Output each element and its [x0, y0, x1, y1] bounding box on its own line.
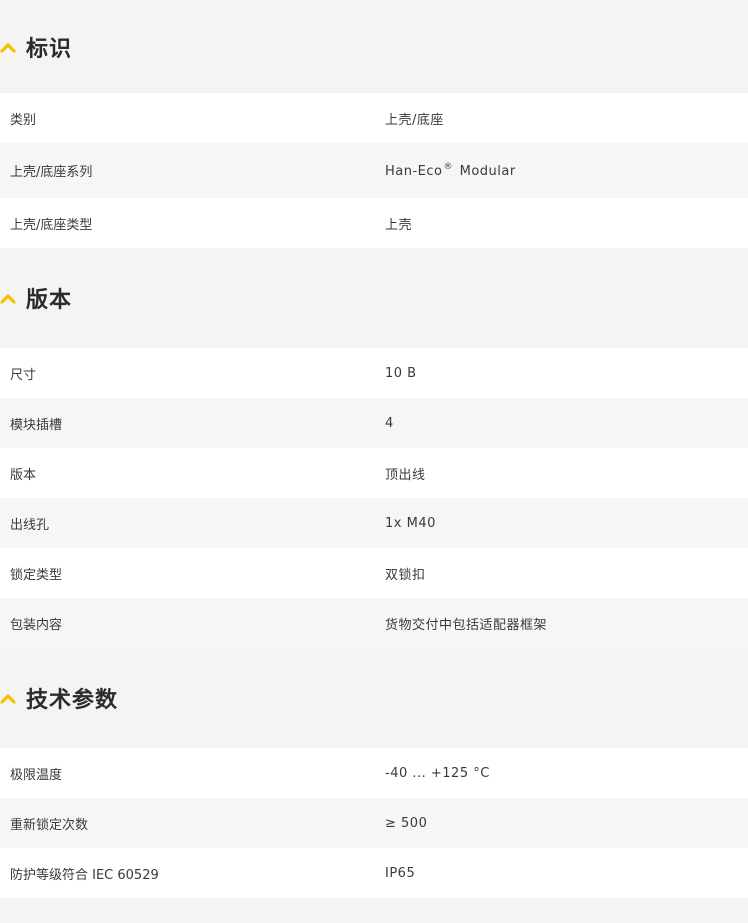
spec-value: ≥ 500 — [385, 815, 428, 831]
spec-label: 模块插槽 — [10, 417, 63, 433]
spec-row: 锁定类型 双锁扣 — [0, 548, 748, 598]
section-header-identification[interactable]: 标识 — [0, 0, 748, 93]
spec-row: 尺寸 10 B — [0, 348, 748, 398]
spec-value-prefix: Han-Eco — [385, 164, 443, 179]
spec-label: 上壳/底座类型 — [10, 217, 93, 233]
spec-row: 版本 顶出线 — [0, 448, 748, 498]
section-title: 版本 — [26, 288, 73, 313]
spec-value: 货物交付中包括适配器框架 — [385, 617, 548, 633]
registered-mark: ® — [443, 162, 453, 172]
spec-label: 防护等级符合 IEC 60529 — [10, 867, 159, 883]
spec-row: 出线孔 1x M40 — [0, 498, 748, 548]
spec-row: 类别 上壳/底座 — [0, 93, 748, 143]
spec-row: 上壳/底座系列 Han-Eco® Modular — [0, 143, 748, 198]
spec-label: 类别 — [10, 112, 37, 128]
spec-label: 锁定类型 — [10, 567, 63, 583]
spec-value: IP65 — [385, 865, 416, 881]
spec-row: 包装内容 货物交付中包括适配器框架 — [0, 598, 748, 648]
spec-value: 4 — [385, 415, 394, 431]
spec-row: 极限温度 -40 ... +125 °C — [0, 748, 748, 798]
section-header-version[interactable]: 版本 — [0, 248, 748, 348]
spec-label: 出线孔 — [10, 517, 50, 533]
spec-label: 版本 — [10, 467, 37, 483]
spec-value: 1x M40 — [385, 515, 436, 531]
spec-row: 上壳/底座类型 上壳 — [0, 198, 748, 248]
spec-label: 极限温度 — [10, 767, 63, 783]
section-title: 技术参数 — [26, 688, 119, 713]
spec-value: 上壳/底座 — [385, 112, 444, 128]
spec-value-suffix: Modular — [455, 164, 516, 179]
spec-value: 10 B — [385, 365, 417, 381]
spec-value: 上壳 — [385, 217, 413, 233]
product-specs-page: 标识 类别 上壳/底座 上壳/底座系列 Han-Eco® Modular 上壳/… — [0, 0, 748, 923]
chevron-up-icon[interactable] — [0, 40, 16, 54]
spec-label: 尺寸 — [10, 367, 37, 383]
spec-row: 重新锁定次数 ≥ 500 — [0, 798, 748, 848]
section-header-technical-data[interactable]: 技术参数 — [0, 648, 748, 748]
spec-row: 防护等级符合 IEC 60529 IP65 — [0, 848, 748, 898]
chevron-up-icon[interactable] — [0, 291, 16, 305]
spec-row: 模块插槽 4 — [0, 398, 748, 448]
spec-value: Han-Eco® Modular — [375, 162, 748, 179]
chevron-up-icon[interactable] — [0, 691, 16, 705]
spec-label: 重新锁定次数 — [10, 817, 89, 833]
spec-label: 包装内容 — [10, 617, 63, 633]
spec-label: 上壳/底座系列 — [10, 165, 93, 180]
spec-value: -40 ... +125 °C — [385, 765, 490, 781]
spec-value: 双锁扣 — [385, 567, 426, 583]
section-title: 标识 — [26, 36, 73, 62]
spec-value: 顶出线 — [385, 467, 426, 483]
